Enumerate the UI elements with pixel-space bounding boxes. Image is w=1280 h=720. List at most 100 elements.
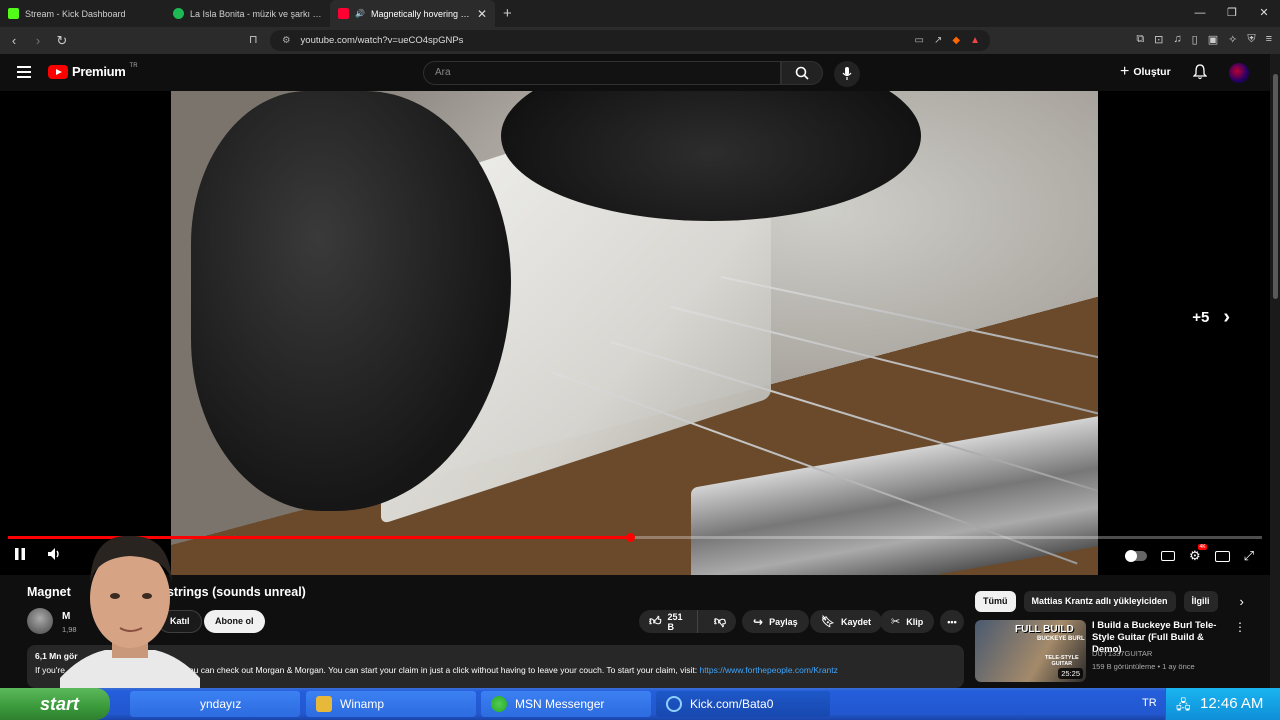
share-arrow-icon: ↪	[753, 614, 764, 629]
minimize-icon[interactable]: —	[1184, 0, 1216, 27]
thumbs-up-icon: 👍︎	[649, 614, 662, 628]
cast-icon[interactable]: ▭	[915, 35, 924, 46]
close-window-icon[interactable]: ✕	[1248, 0, 1280, 27]
autoplay-toggle[interactable]	[1124, 550, 1147, 562]
thumb-text-line1: FULL BUILD	[1015, 624, 1074, 635]
screenshot-icon[interactable]: ⊡	[1154, 33, 1163, 46]
close-tab-icon[interactable]: ✕	[477, 7, 487, 21]
windows-taskbar: start yndayız Winamp MSN Messenger Kick.…	[0, 688, 1280, 720]
task-label: Winamp	[340, 697, 385, 711]
recommendation-meta: 159 B görüntüleme • 1 ay önce	[1092, 662, 1195, 671]
chevron-right-icon[interactable]: ›	[1223, 306, 1230, 329]
subtitles-icon[interactable]	[1160, 551, 1175, 561]
search-button[interactable]	[781, 61, 823, 85]
video-content-pickup	[691, 413, 1098, 575]
account-avatar[interactable]	[1229, 63, 1249, 83]
region-code: TR	[129, 62, 138, 69]
ai-icon[interactable]: ✧	[1228, 33, 1237, 46]
description-link[interactable]: https://www.forthepeople.com/Krantz	[699, 665, 837, 675]
bookmark-icon[interactable]: ⊓	[249, 33, 258, 46]
window-controls: — ❐ ✕	[1184, 0, 1280, 27]
share-button[interactable]: ↪ Paylaş	[742, 610, 809, 633]
taskbar-item-yndayiz[interactable]: yndayız	[130, 691, 300, 717]
like-button[interactable]: 👍︎ 251 B	[639, 610, 698, 633]
more-vertical-icon[interactable]: ⋮	[1234, 620, 1246, 634]
pause-icon[interactable]	[14, 548, 26, 560]
create-button[interactable]: + Oluştur	[1120, 63, 1171, 81]
chip-related[interactable]: İlgili	[1183, 591, 1218, 612]
recommendation-thumbnail[interactable]: FULL BUILD BUCKEYE BURL TELE-STYLE GUITA…	[975, 620, 1086, 682]
more-actions-button[interactable]: •••	[940, 610, 964, 633]
next-videos-overlay[interactable]: +5 ›	[1192, 306, 1230, 329]
wallet-icon[interactable]: ▣	[1208, 33, 1218, 46]
clip-button[interactable]: ✂ Klip	[880, 610, 935, 633]
subscribe-button[interactable]: Abone ol	[204, 610, 265, 633]
chip-from-uploader[interactable]: Mattias Krantz adlı yükleyiciden	[1023, 591, 1176, 612]
rewards-icon[interactable]: ▲	[970, 35, 980, 46]
extensions-icon[interactable]: ⧉	[1136, 33, 1144, 46]
dislike-button[interactable]: 👎︎	[704, 614, 736, 629]
tab-youtube-video[interactable]: 🔊 Magnetically hovering guitar ✕	[330, 0, 495, 27]
notifications-button[interactable]	[1192, 64, 1208, 85]
url-bar[interactable]: ⚙ youtube.com/watch?v=ueCO4spGNPs ▭ ↗ ◆ …	[270, 30, 990, 51]
create-label: Oluştur	[1133, 66, 1171, 78]
taskbar-item-winamp[interactable]: Winamp	[306, 691, 476, 717]
restore-icon[interactable]: ❐	[1216, 0, 1248, 27]
url-actions: ▭ ↗ ◆ ▲	[915, 35, 990, 46]
scrollbar-thumb[interactable]	[1273, 74, 1278, 299]
language-indicator[interactable]: TR	[1142, 697, 1157, 709]
music-icon[interactable]: ♫	[1173, 33, 1181, 46]
recommendation-channel[interactable]: DUY1337GUITAR	[1092, 649, 1152, 658]
forward-icon[interactable]: ›	[28, 33, 48, 48]
save-button[interactable]: 🔖︎ Kaydet	[810, 610, 882, 633]
hamburger-menu-icon[interactable]	[17, 66, 31, 78]
vpn-icon[interactable]: ⛨	[1247, 33, 1255, 46]
reload-icon[interactable]: ↻	[52, 33, 72, 49]
thumb-text-line3: TELE-STYLE GUITAR	[1045, 655, 1079, 667]
back-icon[interactable]: ‹	[4, 33, 24, 48]
plus-icon: +	[1120, 63, 1130, 80]
video-player[interactable]: +5 › ⚙ 4K ⤢	[0, 91, 1270, 575]
site-info-icon[interactable]: ⚙	[282, 35, 291, 46]
page-scrollbar[interactable]	[1270, 54, 1280, 688]
voice-search-button[interactable]	[834, 61, 860, 87]
taskbar-item-kick[interactable]: Kick.com/Bata0	[656, 691, 830, 717]
thumbs-down-icon: 👎︎	[713, 614, 726, 628]
chevron-right-icon[interactable]: ›	[1240, 594, 1244, 609]
progress-knob[interactable]	[625, 533, 635, 542]
browser-tab-bar: Stream - Kick Dashboard La Isla Bonita -…	[0, 0, 1280, 27]
channel-avatar[interactable]	[27, 608, 53, 634]
spotify-favicon-icon	[173, 8, 184, 19]
video-frame[interactable]	[171, 91, 1098, 575]
youtube-header: Premium TR Ara + Oluştur	[0, 54, 1280, 91]
bell-icon	[1192, 64, 1208, 80]
search-input[interactable]: Ara	[423, 61, 781, 85]
player-controls-right: ⚙ 4K ⤢	[1124, 544, 1254, 564]
youtube-premium-logo[interactable]: Premium TR	[48, 62, 138, 79]
taskbar-item-msn[interactable]: MSN Messenger	[481, 691, 651, 717]
thumb-text-line3b: GUITAR	[1051, 661, 1073, 667]
start-button[interactable]: start	[0, 688, 110, 720]
settings-icon[interactable]: ⚙ 4K	[1189, 544, 1207, 564]
video-duration: 25:25	[1058, 668, 1083, 679]
more-horizontal-icon: •••	[947, 616, 957, 627]
tab-la-isla-bonita[interactable]: La Isla Bonita - müzik ve şarkı sözleri	[165, 0, 330, 27]
share-icon[interactable]: ↗	[934, 35, 942, 46]
menu-icon[interactable]: ≡	[1266, 33, 1272, 46]
new-tab-icon[interactable]: +	[503, 5, 512, 22]
video-content-string	[720, 276, 1098, 376]
save-playlist-icon: 🔖︎	[821, 616, 835, 628]
network-icon[interactable]: 🖧	[1176, 696, 1191, 718]
chip-all[interactable]: Tümü	[975, 591, 1016, 612]
tab-kick-dashboard[interactable]: Stream - Kick Dashboard	[0, 0, 165, 27]
brave-shield-icon[interactable]: ◆	[952, 35, 960, 46]
sidebar-icon[interactable]: ▯	[1192, 33, 1198, 46]
internet-explorer-icon	[666, 696, 682, 712]
logo-text: Premium	[72, 64, 126, 79]
url-text: youtube.com/watch?v=ueCO4spGNPs	[300, 35, 464, 46]
save-label: Kaydet	[840, 616, 871, 627]
miniplayer-icon[interactable]	[1214, 550, 1230, 562]
clip-label: Klip	[906, 616, 924, 627]
extension-icons: ⧉ ⊡ ♫ ▯ ▣ ✧ ⛨ ≡	[1136, 33, 1272, 46]
fullscreen-icon[interactable]: ⤢	[1244, 548, 1254, 564]
